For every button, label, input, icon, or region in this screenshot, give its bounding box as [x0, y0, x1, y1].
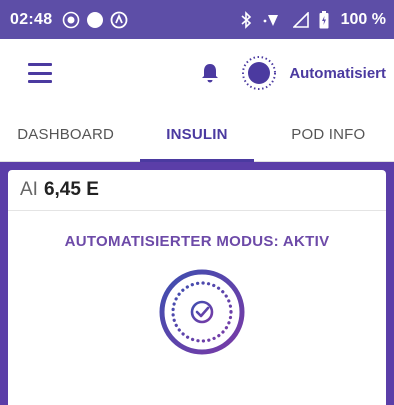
- automated-mode-check-icon: [159, 269, 245, 355]
- status-time: 02:48: [10, 10, 53, 28]
- status-bar: 02:48 100 %: [0, 0, 394, 39]
- battery-percent: 100 %: [340, 10, 386, 28]
- app-bar: Automatisiert: [0, 39, 394, 107]
- record-dot-icon: [62, 11, 80, 29]
- tab-insulin[interactable]: INSULIN: [131, 107, 262, 162]
- tab-pod-info[interactable]: POD INFO: [263, 107, 394, 161]
- iob-label: AI: [20, 179, 38, 200]
- battery-icon: [319, 10, 329, 29]
- wifi-icon: [263, 12, 283, 28]
- menu-icon[interactable]: [28, 63, 52, 83]
- iob-value: 6,45 E: [43, 179, 99, 200]
- data-saver-icon: [110, 11, 128, 29]
- tab-bar: DASHBOARD INSULIN POD INFO: [0, 107, 394, 162]
- mode-status-text: AUTOMATISIERTER MODUS: AKTIV: [64, 233, 330, 250]
- signal-icon: [292, 11, 309, 28]
- bell-icon[interactable]: [199, 62, 221, 84]
- circle-icon: [86, 11, 104, 29]
- mode-label[interactable]: Automatisiert: [289, 65, 386, 82]
- bluetooth-icon: [239, 10, 253, 29]
- insulin-card: AI 6,45 E AUTOMATISIERTER MODUS: AKTIV: [8, 170, 386, 405]
- tab-dashboard[interactable]: DASHBOARD: [0, 107, 131, 161]
- automated-mode-icon[interactable]: [241, 55, 277, 91]
- insulin-on-board-row[interactable]: AI 6,45 E: [8, 170, 386, 211]
